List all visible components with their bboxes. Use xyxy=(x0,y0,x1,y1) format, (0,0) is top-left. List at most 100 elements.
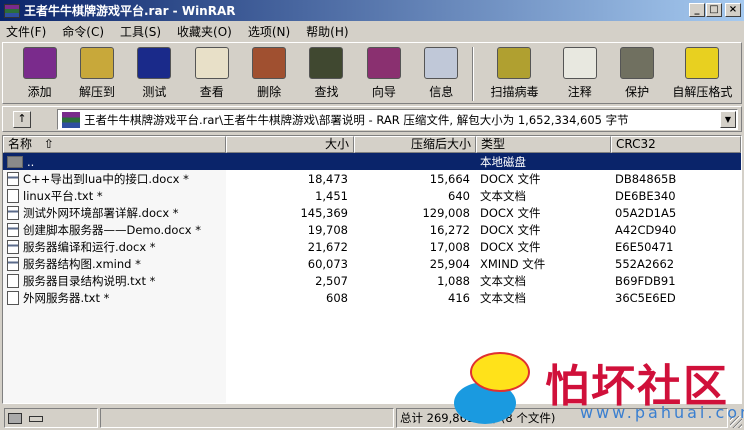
document-file-icon xyxy=(7,171,19,186)
toolbar-button-test[interactable]: 测试 xyxy=(128,43,181,103)
column-header-crc32[interactable]: CRC32 xyxy=(611,136,741,153)
file-crc32: 05A2D1A5 xyxy=(615,205,677,220)
toolbar-button-wizard[interactable]: 向导 xyxy=(357,43,410,103)
column-header-type[interactable]: 类型 xyxy=(476,136,611,153)
toolbar-button-label: 向导 xyxy=(371,85,396,99)
toolbar-button-view[interactable]: 查看 xyxy=(185,43,238,103)
address-bar: ↑ 王者牛牛棋牌游戏平台.rar\王者牛牛棋牌游戏\部署说明 - RAR 压缩文… xyxy=(2,106,742,132)
parent-folder-row[interactable]: .. 本地磁盘 xyxy=(3,153,741,170)
file-name: C++导出到lua中的接口.docx * xyxy=(23,171,189,186)
protect-icon xyxy=(620,47,655,79)
toolbar-separator xyxy=(471,47,474,101)
text-file-icon xyxy=(7,273,19,288)
file-name: 创建脚本服务器——Demo.docx * xyxy=(23,222,201,237)
toolbar-button-protect[interactable]: 保护 xyxy=(610,43,663,103)
menu-favorites[interactable]: 收藏夹(O) xyxy=(177,23,232,40)
winrar-icon xyxy=(4,3,20,18)
toolbar-button-label: 查找 xyxy=(314,85,339,99)
file-row[interactable]: 外网服务器.txt * 608 416 文本文档 36C5E6ED xyxy=(3,289,741,306)
toolbar-button-find[interactable]: 查找 xyxy=(300,43,353,103)
column-header-packed[interactable]: 压缩后大小 xyxy=(354,136,476,153)
file-crc32: DE6BE340 xyxy=(615,188,676,203)
file-list[interactable]: 名称 ⇧ 大小 压缩后大小 类型 CRC32 .. 本地磁盘 C++导出到lua… xyxy=(2,135,742,404)
toolbar-button-add-archive[interactable]: 添加 xyxy=(13,43,66,103)
resize-grip[interactable] xyxy=(730,416,742,428)
file-crc32: B69FDB91 xyxy=(615,273,676,288)
delete-icon xyxy=(252,47,287,79)
drive-icon[interactable] xyxy=(8,413,22,424)
text-file-icon xyxy=(7,188,19,203)
document-file-icon xyxy=(7,205,19,220)
file-type: XMIND 文件 xyxy=(480,256,546,271)
file-size: 1,451 xyxy=(315,188,348,203)
file-crc32: 552A2662 xyxy=(615,256,675,271)
add-archive-icon xyxy=(22,47,57,79)
file-type: DOCX 文件 xyxy=(480,171,541,186)
toolbar-button-label: 信息 xyxy=(429,85,454,99)
file-size: 2,507 xyxy=(315,273,348,288)
toolbar-button-label: 注释 xyxy=(567,85,592,99)
toolbar-button-sfx[interactable]: 自解压格式 xyxy=(668,43,737,103)
maximize-button[interactable]: □ xyxy=(706,3,722,17)
menu-file[interactable]: 文件(F) xyxy=(6,23,46,40)
file-packed-size: 15,664 xyxy=(429,171,470,186)
toolbar-button-virus-scan[interactable]: 扫描病毒 xyxy=(480,43,549,103)
status-total: 总计 269,861 字节(8 个文件) xyxy=(396,408,728,428)
status-selection xyxy=(100,408,394,428)
file-row[interactable]: 创建脚本服务器——Demo.docx * 19,708 16,272 DOCX … xyxy=(3,221,741,238)
column-header-name[interactable]: 名称 ⇧ xyxy=(3,136,226,153)
file-type: 文本文档 xyxy=(480,188,526,203)
file-crc32: A42CD940 xyxy=(615,222,677,237)
file-row[interactable]: 服务器目录结构说明.txt * 2,507 1,088 文本文档 B69FDB9… xyxy=(3,272,741,289)
key-icon[interactable] xyxy=(28,415,43,422)
window-title: 王者牛牛棋牌游戏平台.rar - WinRAR xyxy=(24,4,236,18)
file-row[interactable]: 服务器结构图.xmind * 60,073 25,904 XMIND 文件 55… xyxy=(3,255,741,272)
file-row[interactable]: C++导出到lua中的接口.docx * 18,473 15,664 DOCX … xyxy=(3,170,741,187)
status-icons xyxy=(4,408,98,428)
toolbar-button-label: 测试 xyxy=(142,85,167,99)
menu-tools[interactable]: 工具(S) xyxy=(120,23,161,40)
file-row[interactable]: 服务器编译和运行.docx * 21,672 17,008 DOCX 文件 E6… xyxy=(3,238,741,255)
file-row[interactable]: 测试外网环境部署详解.docx * 145,369 129,008 DOCX 文… xyxy=(3,204,741,221)
toolbar: 添加 解压到 测试 查看 删除 查找 向导 信息 扫描病毒 注释 保护 自解压格式 xyxy=(2,42,742,104)
file-crc32: 36C5E6ED xyxy=(615,290,676,305)
file-size: 608 xyxy=(326,290,348,305)
file-name: 服务器结构图.xmind * xyxy=(23,256,141,271)
toolbar-button-label: 自解压格式 xyxy=(672,85,733,99)
up-folder-button[interactable]: ↑ xyxy=(13,111,31,128)
file-name: 服务器编译和运行.docx * xyxy=(23,239,156,254)
document-file-icon xyxy=(7,222,19,237)
file-row[interactable]: linux平台.txt * 1,451 640 文本文档 DE6BE340 xyxy=(3,187,741,204)
menu-commands[interactable]: 命令(C) xyxy=(62,23,104,40)
column-headers: 名称 ⇧ 大小 压缩后大小 类型 CRC32 xyxy=(3,136,741,153)
document-file-icon xyxy=(7,239,19,254)
virus-scan-icon xyxy=(497,47,532,79)
file-name: 测试外网环境部署详解.docx * xyxy=(23,205,179,220)
toolbar-button-label: 添加 xyxy=(27,85,52,99)
wizard-icon xyxy=(366,47,401,79)
status-bar: 总计 269,861 字节(8 个文件) xyxy=(0,406,744,430)
file-packed-size: 17,008 xyxy=(429,239,470,254)
text-file-icon xyxy=(7,290,19,305)
close-button[interactable]: × xyxy=(725,3,741,17)
file-packed-size: 416 xyxy=(448,290,470,305)
toolbar-button-comment[interactable]: 注释 xyxy=(553,43,606,103)
file-size: 60,073 xyxy=(307,256,348,271)
file-size: 19,708 xyxy=(307,222,348,237)
menu-help[interactable]: 帮助(H) xyxy=(306,23,348,40)
file-name: linux平台.txt * xyxy=(23,188,103,203)
comment-icon xyxy=(562,47,597,79)
menu-options[interactable]: 选项(N) xyxy=(248,23,290,40)
document-file-icon xyxy=(7,256,19,271)
toolbar-button-delete[interactable]: 删除 xyxy=(242,43,295,103)
file-type: DOCX 文件 xyxy=(480,239,541,254)
minimize-button[interactable]: _ xyxy=(689,3,705,17)
rar-archive-icon xyxy=(62,111,80,128)
address-combo[interactable]: 王者牛牛棋牌游戏平台.rar\王者牛牛棋牌游戏\部署说明 - RAR 压缩文件,… xyxy=(57,109,738,130)
column-header-size[interactable]: 大小 xyxy=(226,136,354,153)
file-packed-size: 25,904 xyxy=(429,256,470,271)
toolbar-button-info[interactable]: 信息 xyxy=(415,43,468,103)
file-type: 文本文档 xyxy=(480,273,526,288)
toolbar-button-extract[interactable]: 解压到 xyxy=(70,43,123,103)
address-dropdown-button[interactable]: ▼ xyxy=(720,111,736,128)
